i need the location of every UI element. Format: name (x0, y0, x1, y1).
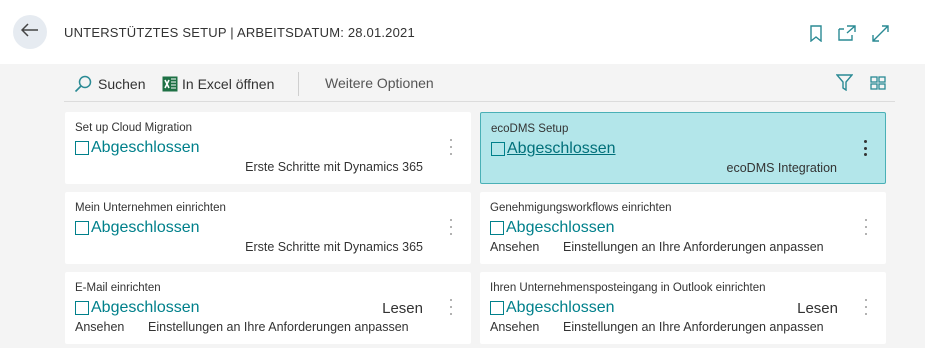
search-button[interactable]: Suchen (74, 75, 145, 93)
setup-tile-selected[interactable]: ecoDMS Setup Abgeschlossen ecoDMS Integr… (480, 112, 886, 184)
tile-read-link[interactable]: Lesen (382, 300, 423, 317)
tile-description: Einstellungen an Ihre Anforderungen anpa… (563, 240, 824, 254)
tile-status-link[interactable]: Abgeschlossen (75, 219, 200, 237)
tile-category: ecoDMS Integration (726, 161, 837, 175)
search-label: Suchen (98, 76, 146, 92)
more-options-icon[interactable] (449, 299, 453, 315)
tile-view-link[interactable]: Ansehen (490, 320, 539, 334)
expand-icon[interactable] (871, 24, 889, 42)
tile-title: Set up Cloud Migration (75, 122, 192, 134)
open-new-window-icon[interactable] (838, 24, 856, 42)
checkbox-icon (75, 221, 89, 235)
setup-tile[interactable]: Mein Unternehmen einrichten Abgeschlosse… (65, 192, 471, 264)
page-header: UNTERSTÜTZTES SETUP | ARBEITSDATUM: 28.0… (0, 0, 925, 64)
open-in-excel-button[interactable]: In Excel öffnen (162, 75, 274, 93)
tile-description: Einstellungen an Ihre Anforderungen anpa… (148, 320, 409, 334)
checkbox-icon (490, 301, 504, 315)
tile-description: Einstellungen an Ihre Anforderungen anpa… (563, 320, 824, 334)
more-options-icon[interactable] (449, 139, 453, 155)
tile-status-link[interactable]: Abgeschlossen (490, 299, 615, 317)
checkbox-icon (491, 142, 505, 156)
tile-view-link[interactable]: Ansehen (490, 240, 539, 254)
back-button[interactable] (13, 15, 47, 49)
tile-status-link[interactable]: Abgeschlossen (490, 219, 615, 237)
checkbox-icon (75, 301, 89, 315)
tile-status: Abgeschlossen (506, 219, 615, 236)
setup-tile[interactable]: Ihren Unternehmensposteingang in Outlook… (480, 272, 886, 344)
tile-status: Abgeschlossen (91, 139, 200, 156)
excel-label: In Excel öffnen (182, 76, 275, 92)
filter-icon[interactable] (835, 74, 854, 96)
checkbox-icon (490, 221, 504, 235)
layout-icon[interactable] (870, 76, 886, 95)
tile-title: Genehmigungsworkflows einrichten (490, 202, 672, 214)
search-icon (74, 75, 92, 93)
setup-tile[interactable]: E-Mail einrichten Abgeschlossen Lesen An… (65, 272, 471, 344)
tile-status: Abgeschlossen (91, 219, 200, 236)
tile-category: Erste Schritte mit Dynamics 365 (245, 160, 423, 174)
more-options-button[interactable]: Weitere Optionen (325, 75, 434, 91)
more-options-icon[interactable] (864, 299, 868, 315)
tile-title: Mein Unternehmen einrichten (75, 202, 226, 214)
excel-icon (162, 76, 178, 92)
tile-category: Erste Schritte mit Dynamics 365 (245, 240, 423, 254)
tile-status: Abgeschlossen (91, 299, 200, 316)
back-arrow-icon (20, 22, 39, 42)
tile-status-link[interactable]: Abgeschlossen (491, 140, 616, 158)
page-title: UNTERSTÜTZTES SETUP | ARBEITSDATUM: 28.0… (64, 25, 415, 40)
tile-title: Ihren Unternehmensposteingang in Outlook… (490, 282, 766, 294)
checkbox-icon (75, 141, 89, 155)
tile-status: Abgeschlossen (507, 140, 616, 157)
setup-tile[interactable]: Genehmigungsworkflows einrichten Abgesch… (480, 192, 886, 264)
tile-status: Abgeschlossen (506, 299, 615, 316)
more-options-icon[interactable] (863, 140, 867, 156)
tile-title: ecoDMS Setup (491, 123, 569, 135)
action-bar: Suchen In Excel öffnen Weitere Optionen (64, 64, 895, 102)
tile-view-link[interactable]: Ansehen (75, 320, 124, 334)
tile-status-link[interactable]: Abgeschlossen (75, 139, 200, 157)
more-options-icon[interactable] (449, 219, 453, 235)
action-separator (298, 72, 299, 96)
tile-read-link[interactable]: Lesen (797, 300, 838, 317)
bookmark-icon[interactable] (807, 24, 825, 42)
tile-title: E-Mail einrichten (75, 282, 161, 294)
more-options-icon[interactable] (864, 219, 868, 235)
setup-tile[interactable]: Set up Cloud Migration Abgeschlossen Ers… (65, 112, 471, 184)
tile-status-link[interactable]: Abgeschlossen (75, 299, 200, 317)
